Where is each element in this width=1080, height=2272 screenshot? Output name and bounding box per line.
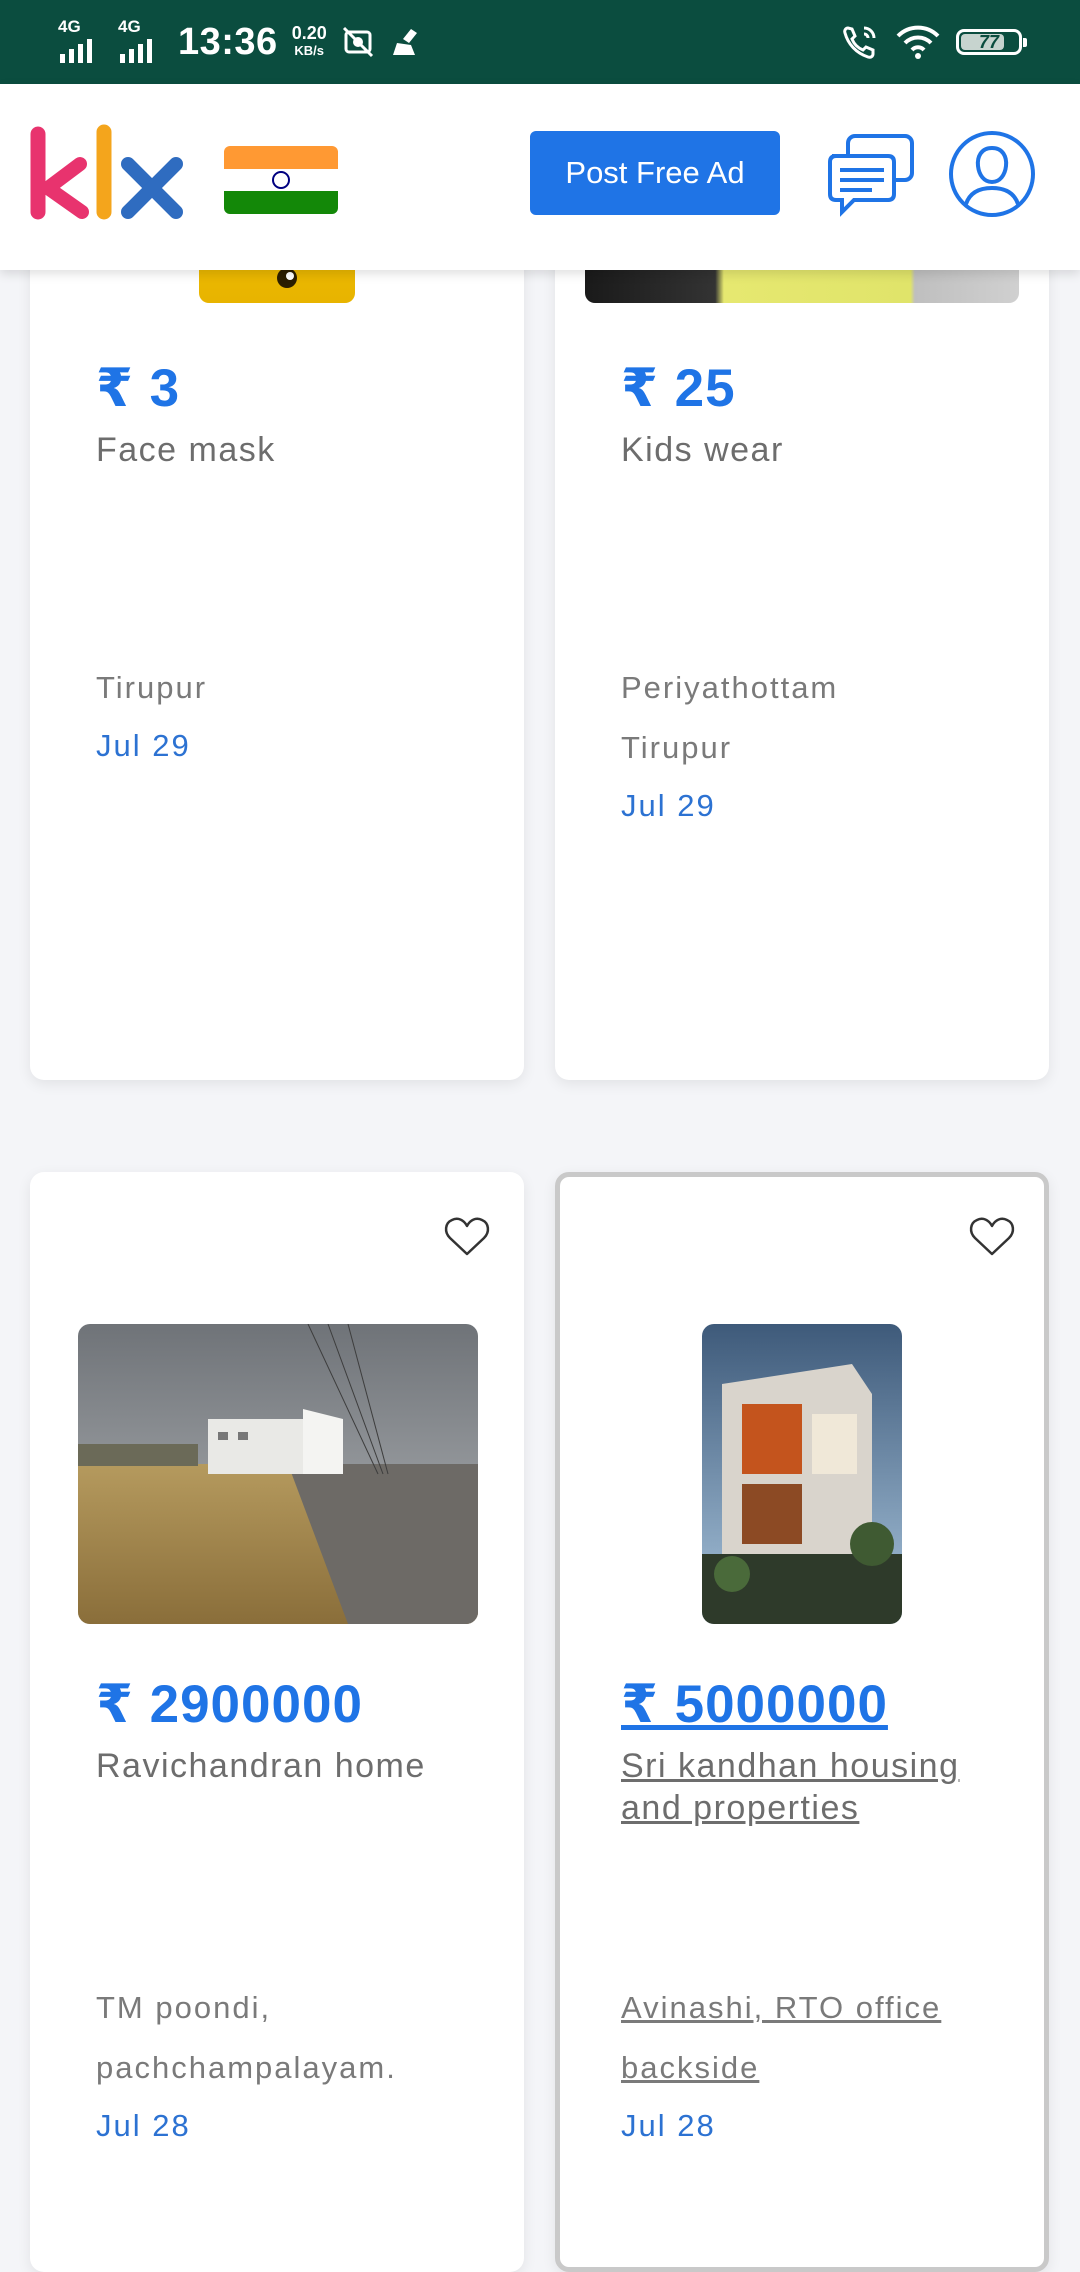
- post-free-ad-button[interactable]: Post Free Ad: [530, 131, 780, 215]
- profile-icon[interactable]: [948, 130, 1036, 218]
- app-header: Post Free Ad: [0, 84, 1080, 270]
- listing-date: Jul 28: [96, 2108, 191, 2143]
- network-speed-unit: KB/s: [294, 43, 325, 58]
- chat-icon[interactable]: [826, 132, 916, 218]
- listing-card[interactable]: ₹ 2900000 Ravichandran home TM poondi, p…: [30, 1172, 524, 2272]
- listing-date: Jul 29: [96, 728, 191, 763]
- listing-price: ₹ 25: [621, 359, 736, 418]
- wifi-icon: [896, 25, 940, 59]
- battery-level: 77: [978, 31, 1000, 52]
- listing-location: Tirupur: [96, 658, 486, 718]
- listing-location: TM poondi, pachchampalayam.: [96, 1978, 486, 2098]
- listing-location-line: Avinashi, RTO office: [621, 1990, 942, 2025]
- klx-logo[interactable]: [30, 124, 186, 224]
- listing-location-line: Tirupur: [96, 670, 208, 705]
- signal-icon: 4G: [58, 17, 104, 65]
- listing-image-graphic: [702, 1324, 902, 1624]
- india-flag-icon[interactable]: [224, 146, 338, 214]
- favorite-heart-icon[interactable]: [444, 1216, 490, 1258]
- listing-card[interactable]: ₹ 3 Face mask Tirupur Jul 29: [30, 160, 524, 1080]
- listing-image[interactable]: [78, 1324, 478, 1624]
- listing-location-line: backside: [621, 2050, 760, 2085]
- battery-icon: 77: [956, 29, 1027, 55]
- wifi-call-icon: [843, 26, 876, 59]
- listing-price: ₹ 5000000: [621, 1675, 888, 1734]
- listing-card[interactable]: ₹ 25 Kids wear Periyathottam Tirupur Jul…: [555, 160, 1049, 1080]
- screenshot-icon: [342, 26, 373, 58]
- listing-location-line: Tirupur: [621, 730, 733, 765]
- listing-location: Avinashi, RTO office backside: [621, 1978, 1011, 2098]
- listing-date: Jul 29: [621, 788, 716, 823]
- listing-price: ₹ 3: [96, 359, 181, 418]
- clock: 13:36: [178, 20, 278, 63]
- cleaner-icon: [392, 29, 417, 55]
- listing-image[interactable]: [702, 1324, 902, 1624]
- listing-date: Jul 28: [621, 2108, 716, 2143]
- network-type-label: 4G: [118, 17, 141, 36]
- listing-location-line: Periyathottam: [621, 670, 839, 705]
- listing-title: Ravichandran home: [96, 1747, 426, 1785]
- signal-icon: 4G: [118, 17, 164, 65]
- listing-title: Face mask: [96, 431, 276, 469]
- favorite-heart-icon[interactable]: [969, 1216, 1015, 1258]
- network-speed-value: 0.20: [291, 23, 327, 43]
- listing-price: ₹ 2900000: [96, 1675, 363, 1734]
- status-bar: 4G 4G 13:36 0.20 KB/s 77: [0, 0, 1080, 84]
- listing-location: Periyathottam Tirupur: [621, 658, 1011, 778]
- listing-title: Sri kandhan housing and properties: [621, 1747, 960, 1827]
- listing-card[interactable]: ₹ 5000000 Sri kandhan housing and proper…: [555, 1172, 1049, 2272]
- network-type-label: 4G: [58, 17, 81, 36]
- listing-location-line: TM poondi,: [96, 1990, 272, 2025]
- network-speed: 0.20 KB/s: [292, 24, 327, 60]
- listing-location-line: pachchampalayam.: [96, 2050, 397, 2085]
- listing-title: Kids wear: [621, 431, 784, 469]
- listing-image-graphic: [78, 1324, 478, 1624]
